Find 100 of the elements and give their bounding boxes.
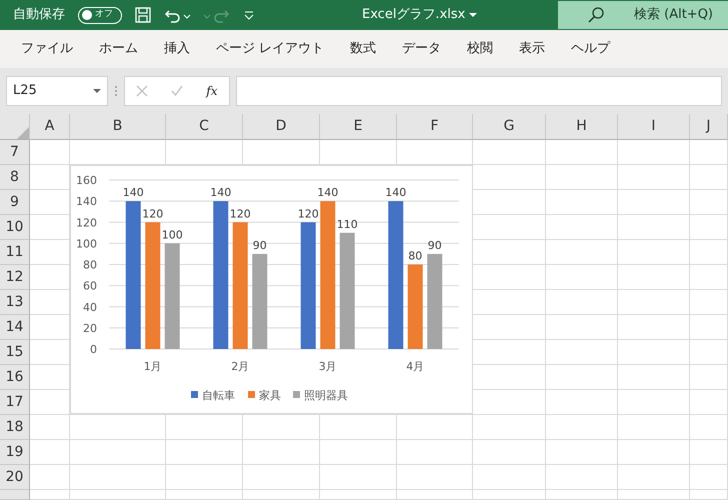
- ribbon-tab[interactable]: ヘルプ: [558, 39, 624, 59]
- table-cell[interactable]: [166, 490, 243, 500]
- table-cell[interactable]: [546, 265, 618, 290]
- table-cell[interactable]: [690, 465, 728, 490]
- row-header[interactable]: 17: [0, 390, 30, 415]
- table-cell[interactable]: [320, 440, 397, 465]
- function-button[interactable]: fx: [206, 82, 218, 100]
- table-cell[interactable]: [397, 465, 473, 490]
- row-header[interactable]: 8: [0, 165, 30, 190]
- table-cell[interactable]: [473, 465, 546, 490]
- table-cell[interactable]: [397, 490, 473, 500]
- table-cell[interactable]: [70, 490, 166, 500]
- table-cell[interactable]: [546, 465, 618, 490]
- column-header[interactable]: A: [30, 114, 70, 140]
- table-cell[interactable]: [690, 340, 728, 365]
- table-cell[interactable]: [618, 490, 690, 500]
- table-cell[interactable]: [30, 490, 70, 500]
- name-box[interactable]: L25: [6, 76, 108, 106]
- table-cell[interactable]: [473, 490, 546, 500]
- table-cell[interactable]: [690, 390, 728, 415]
- table-cell[interactable]: [546, 340, 618, 365]
- table-cell[interactable]: [546, 290, 618, 315]
- table-cell[interactable]: [546, 215, 618, 240]
- row-header[interactable]: 7: [0, 140, 30, 165]
- ribbon-tab[interactable]: 数式: [337, 39, 390, 59]
- table-cell[interactable]: [320, 415, 397, 440]
- table-cell[interactable]: [546, 190, 618, 215]
- column-header[interactable]: B: [70, 114, 166, 140]
- table-cell[interactable]: [690, 490, 728, 500]
- column-header[interactable]: H: [546, 114, 618, 140]
- row-header[interactable]: 14: [0, 315, 30, 340]
- table-cell[interactable]: [166, 440, 243, 465]
- column-header[interactable]: C: [166, 114, 243, 140]
- row-header[interactable]: 9: [0, 190, 30, 215]
- table-cell[interactable]: [618, 265, 690, 290]
- customize-icon[interactable]: [244, 10, 254, 20]
- table-cell[interactable]: [243, 440, 320, 465]
- formula-field[interactable]: [236, 76, 722, 106]
- table-cell[interactable]: [618, 390, 690, 415]
- table-cell[interactable]: [546, 490, 618, 500]
- table-cell[interactable]: [243, 490, 320, 500]
- more-icon[interactable]: [114, 84, 118, 98]
- row-header[interactable]: 12: [0, 265, 30, 290]
- table-cell[interactable]: [166, 465, 243, 490]
- table-cell[interactable]: [30, 140, 70, 165]
- table-cell[interactable]: [690, 440, 728, 465]
- column-header[interactable]: J: [690, 114, 728, 140]
- row-header[interactable]: 18: [0, 415, 30, 440]
- table-cell[interactable]: [618, 290, 690, 315]
- column-header[interactable]: I: [618, 114, 690, 140]
- table-cell[interactable]: [690, 215, 728, 240]
- table-cell[interactable]: [320, 465, 397, 490]
- table-cell[interactable]: [243, 465, 320, 490]
- table-cell[interactable]: [690, 140, 728, 165]
- ribbon-tab[interactable]: ファイル: [8, 39, 86, 59]
- table-cell[interactable]: [618, 340, 690, 365]
- row-header[interactable]: 16: [0, 365, 30, 390]
- table-cell[interactable]: [546, 365, 618, 390]
- table-cell[interactable]: [546, 140, 618, 165]
- table-cell[interactable]: [320, 490, 397, 500]
- table-cell[interactable]: [546, 415, 618, 440]
- column-header[interactable]: F: [397, 114, 473, 140]
- table-cell[interactable]: [690, 415, 728, 440]
- table-cell[interactable]: [546, 440, 618, 465]
- table-cell[interactable]: [546, 240, 618, 265]
- column-header[interactable]: G: [473, 114, 546, 140]
- table-cell[interactable]: [397, 415, 473, 440]
- table-cell[interactable]: [70, 440, 166, 465]
- row-header[interactable]: 11: [0, 240, 30, 265]
- table-cell[interactable]: [618, 440, 690, 465]
- table-cell[interactable]: [690, 290, 728, 315]
- table-cell[interactable]: [70, 415, 166, 440]
- table-cell[interactable]: [690, 265, 728, 290]
- table-cell[interactable]: [30, 465, 70, 490]
- table-cell[interactable]: [690, 190, 728, 215]
- table-cell[interactable]: [690, 240, 728, 265]
- row-header[interactable]: 20: [0, 465, 30, 490]
- row-header[interactable]: 19: [0, 440, 30, 465]
- table-cell[interactable]: [618, 365, 690, 390]
- table-cell[interactable]: [618, 215, 690, 240]
- table-cell[interactable]: [473, 140, 546, 165]
- row-header[interactable]: 10: [0, 215, 30, 240]
- row-header[interactable]: 13: [0, 290, 30, 315]
- row-header[interactable]: 15: [0, 340, 30, 365]
- caret-icon[interactable]: [468, 12, 477, 18]
- table-cell[interactable]: [166, 415, 243, 440]
- table-cell[interactable]: [618, 240, 690, 265]
- table-cell[interactable]: [473, 415, 546, 440]
- ribbon-tab[interactable]: ページ レイアウト: [203, 39, 338, 59]
- table-cell[interactable]: [473, 440, 546, 465]
- table-cell[interactable]: [30, 415, 70, 440]
- column-header[interactable]: E: [320, 114, 397, 140]
- table-cell[interactable]: [618, 140, 690, 165]
- ribbon-tab[interactable]: 挿入: [151, 39, 203, 59]
- table-cell[interactable]: [618, 315, 690, 340]
- table-cell[interactable]: [618, 165, 690, 190]
- save-icon[interactable]: [135, 7, 151, 23]
- table-cell[interactable]: [546, 390, 618, 415]
- autosave-toggle[interactable]: オフ: [78, 6, 122, 24]
- ribbon-tab[interactable]: ホーム: [86, 39, 151, 59]
